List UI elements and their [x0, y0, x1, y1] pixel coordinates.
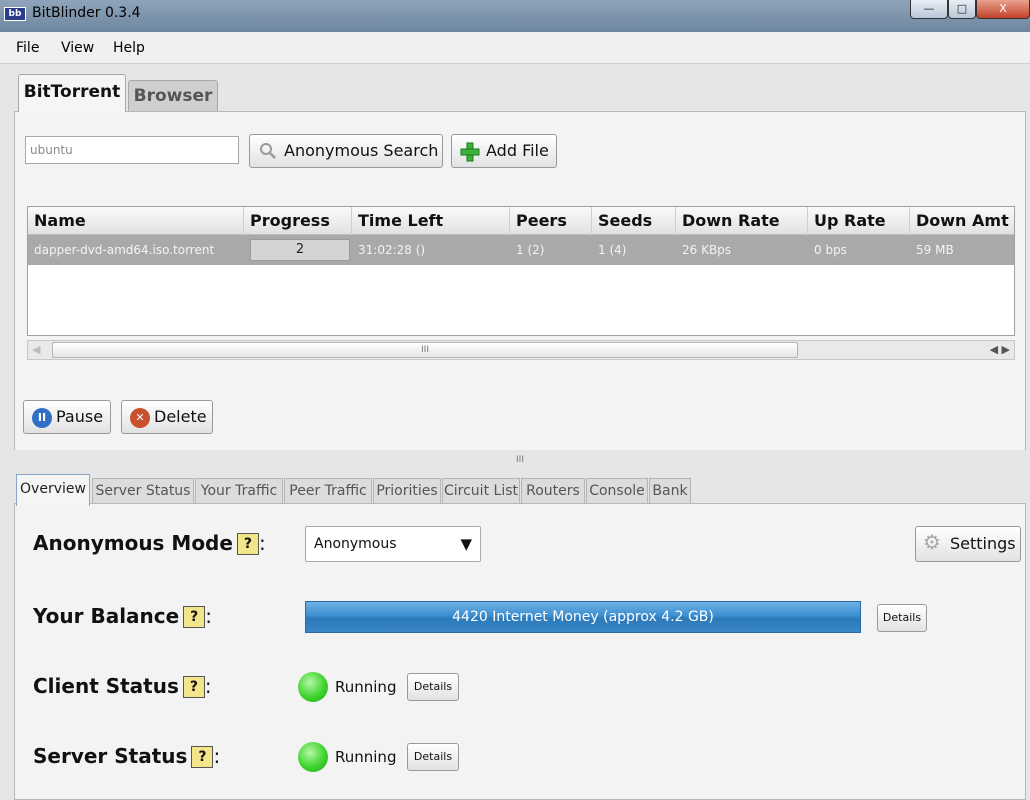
maximize-button[interactable]: □ — [948, 0, 976, 19]
delete-label: Delete — [154, 407, 207, 426]
balance-text: 4420 Internet Money (approx 4.2 GB) — [452, 609, 714, 625]
menu-bar: File View Help — [0, 32, 1030, 64]
overview-pane: Anonymous Mode?: Anonymous ▼ ⚙ Settings … — [14, 503, 1026, 800]
client-status-details-button[interactable]: Details — [407, 673, 459, 701]
balance-row: Your Balance?: — [33, 604, 212, 628]
column-header-seeds[interactable]: Seeds — [592, 207, 676, 235]
tab-bittorrent[interactable]: BitTorrent — [18, 74, 126, 112]
bottom-panel: Overview Server Status Your Traffic Peer… — [14, 468, 1026, 800]
add-file-button[interactable]: Add File — [451, 134, 557, 168]
client-status-label: Client Status — [33, 674, 179, 698]
tab-circuit-list[interactable]: Circuit List — [442, 478, 520, 504]
tab-browser[interactable]: Browser — [128, 80, 218, 112]
title-bar: bb BitBlinder 0.3.4 — □ X — [0, 0, 1030, 32]
horizontal-scrollbar[interactable]: ◀ III ◀ ▶ — [27, 340, 1015, 360]
delete-icon: ✕ — [130, 408, 150, 428]
table-row[interactable]: dapper-dvd-amd64.iso.torrent 2 31:02:28 … — [28, 235, 1014, 265]
settings-label: Settings — [950, 534, 1016, 553]
scroll-left-arrow-icon[interactable]: ◀ — [32, 343, 40, 356]
anonymous-mode-value: Anonymous — [314, 536, 397, 552]
tab-overview[interactable]: Overview — [16, 474, 90, 506]
anonymous-mode-row: Anonymous Mode?: — [33, 531, 266, 555]
delete-button[interactable]: ✕ Delete — [121, 400, 213, 434]
column-header-up-rate[interactable]: Up Rate — [808, 207, 910, 235]
server-status-details-button[interactable]: Details — [407, 743, 459, 771]
cell-peers: 1 (2) — [516, 243, 545, 257]
server-status-text: Running — [335, 748, 397, 766]
server-status-label: Server Status — [33, 744, 188, 768]
label-colon: : — [213, 744, 221, 768]
menu-file[interactable]: File — [16, 40, 39, 56]
tab-your-traffic[interactable]: Your Traffic — [195, 478, 283, 504]
label-colon: : — [258, 531, 266, 555]
column-header-progress[interactable]: Progress — [244, 207, 352, 235]
pause-label: Pause — [56, 407, 104, 426]
column-header-time-left[interactable]: Time Left — [352, 207, 510, 235]
tab-bank[interactable]: Bank — [649, 478, 691, 504]
column-header-down-rate[interactable]: Down Rate — [676, 207, 808, 235]
anonymous-mode-select[interactable]: Anonymous ▼ — [305, 526, 481, 562]
help-icon[interactable]: ? — [236, 533, 259, 555]
tab-routers[interactable]: Routers — [521, 478, 585, 504]
bottom-tab-bar: Overview Server Status Your Traffic Peer… — [14, 474, 1026, 506]
search-input[interactable] — [25, 136, 239, 164]
magnifier-icon — [258, 142, 278, 162]
pause-icon: II — [32, 408, 52, 428]
balance-details-button[interactable]: Details — [877, 604, 927, 632]
table-header: Name Progress Time Left Peers Seeds Down… — [28, 207, 1014, 235]
cell-progress: 2 — [250, 239, 350, 261]
help-icon[interactable]: ? — [183, 606, 206, 628]
client-status-indicator-icon — [298, 672, 328, 702]
column-header-name[interactable]: Name — [28, 207, 244, 235]
top-panel: BitTorrent Browser Anonymous Search Add … — [14, 72, 1026, 450]
cell-name: dapper-dvd-amd64.iso.torrent — [34, 243, 215, 257]
column-header-peers[interactable]: Peers — [510, 207, 592, 235]
cell-seeds: 1 (4) — [598, 243, 627, 257]
cell-down-amt: 59 MB — [916, 243, 954, 257]
app-logo-icon: bb — [4, 7, 26, 21]
minimize-button[interactable]: — — [910, 0, 948, 19]
menu-view[interactable]: View — [61, 40, 94, 56]
window-title: BitBlinder 0.3.4 — [32, 5, 141, 21]
settings-button[interactable]: ⚙ Settings — [915, 526, 1021, 562]
balance-label: Your Balance — [33, 604, 180, 628]
tab-server-status[interactable]: Server Status — [92, 478, 194, 504]
scroll-thumb[interactable]: III — [52, 342, 798, 358]
close-button[interactable]: X — [976, 0, 1030, 19]
client-status-text: Running — [335, 678, 397, 696]
tab-console[interactable]: Console — [586, 478, 648, 504]
anonymous-search-button[interactable]: Anonymous Search — [249, 134, 443, 168]
help-icon[interactable]: ? — [191, 746, 214, 768]
column-header-down-amt[interactable]: Down Amt — [910, 207, 1014, 235]
label-colon: : — [205, 604, 212, 628]
help-icon[interactable]: ? — [182, 676, 205, 698]
bittorrent-pane: Anonymous Search Add File Name Progress … — [14, 111, 1026, 450]
anonymous-search-label: Anonymous Search — [284, 141, 439, 160]
settings-gear-icon: ⚙ — [923, 530, 941, 554]
tab-peer-traffic[interactable]: Peer Traffic — [284, 478, 372, 504]
anonymous-mode-label: Anonymous Mode — [33, 531, 233, 555]
green-plus-icon — [460, 142, 480, 162]
menu-help[interactable]: Help — [113, 40, 145, 56]
label-colon: : — [204, 674, 212, 698]
torrent-table: Name Progress Time Left Peers Seeds Down… — [27, 206, 1015, 336]
cell-up-rate: 0 bps — [814, 243, 847, 257]
server-status-indicator-icon — [298, 742, 328, 772]
cell-down-rate: 26 KBps — [682, 243, 732, 257]
pause-button[interactable]: II Pause — [23, 400, 111, 434]
tab-priorities[interactable]: Priorities — [373, 478, 441, 504]
add-file-label: Add File — [486, 141, 549, 160]
client-status-row: Client Status?: — [33, 674, 212, 698]
scroll-right-arrow-icon[interactable]: ◀ ▶ — [990, 343, 1010, 356]
cell-time-left: 31:02:28 () — [358, 243, 426, 257]
dropdown-arrow-icon: ▼ — [460, 535, 472, 553]
server-status-row: Server Status?: — [33, 744, 220, 768]
panel-splitter[interactable]: III — [14, 454, 1026, 466]
balance-bar: 4420 Internet Money (approx 4.2 GB) — [305, 601, 861, 633]
